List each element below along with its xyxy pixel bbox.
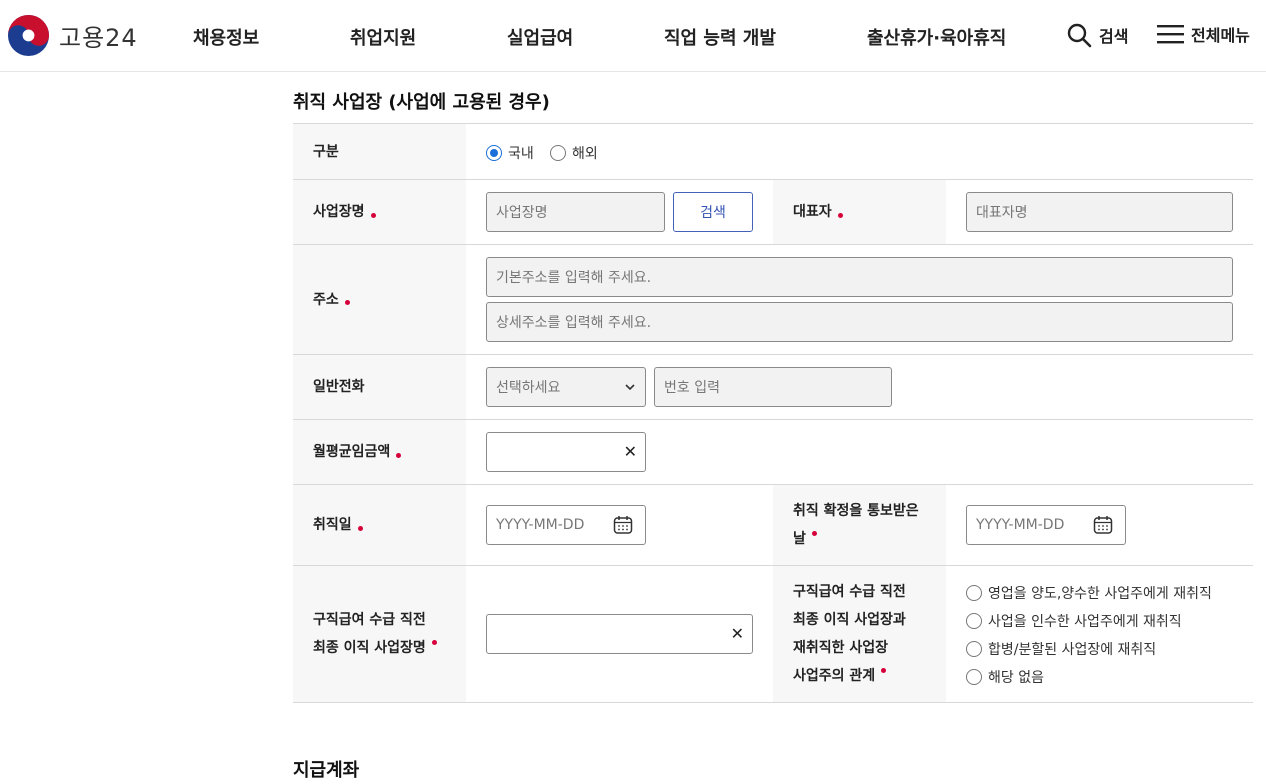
nav-item-skills-development[interactable]: 직업 능력 개발	[664, 24, 776, 50]
address-basic-input[interactable]: 기본주소를 입력해 주세요.	[486, 257, 1233, 297]
last-workplace-label-line2: 최종 이직 사업장명	[313, 640, 426, 656]
relation-option-acquisition-label: 사업을 인수한 사업주에게 재취직	[988, 614, 1182, 630]
nav-item-parental-leave[interactable]: 출산휴가·육아휴직	[867, 24, 1006, 50]
last-workplace-label-cell: 구직급여 수급 직전 최종 이직 사업장명	[293, 566, 466, 702]
employment-date-placeholder: YYYY-MM-DD	[496, 517, 585, 533]
confirm-date-input[interactable]: YYYY-MM-DD	[966, 505, 1126, 545]
employment-date-label-cell: 취직일	[293, 485, 466, 565]
representative-label-cell: 대표자	[773, 180, 946, 244]
division-label: 구분	[313, 143, 339, 160]
required-dot	[811, 531, 817, 536]
confirm-date-label: 취직 확정을 통보받은 날	[793, 497, 919, 553]
radio-overseas-label: 해외	[572, 146, 598, 162]
radio-overseas[interactable]	[550, 145, 566, 161]
relation-label-line4: 사업주의 관계	[793, 668, 876, 684]
radio-option-domestic[interactable]: 국내	[486, 143, 534, 163]
all-menu-label: 전체메뉴	[1191, 26, 1250, 45]
nav-item-employment-support[interactable]: 취업지원	[350, 24, 416, 50]
confirm-date-placeholder: YYYY-MM-DD	[976, 517, 1065, 533]
required-dot	[837, 212, 843, 218]
relation-option-none[interactable]: 해당 없음	[966, 667, 1044, 687]
representative-input[interactable]: 대표자명	[966, 192, 1233, 232]
required-dot	[357, 525, 363, 531]
relation-option-merger-label: 합병/분할된 사업장에 재취직	[988, 642, 1157, 658]
address-label: 주소	[313, 291, 339, 308]
all-menu-button[interactable]: 전체메뉴	[1157, 22, 1250, 46]
confirm-date-label-cell: 취직 확정을 통보받은 날	[773, 485, 946, 565]
radio-relation-transfer[interactable]	[966, 585, 982, 601]
row-address: 주소 기본주소를 입력해 주세요. 상세주소를 입력해 주세요.	[293, 245, 1253, 355]
radio-option-overseas[interactable]: 해외	[550, 143, 598, 163]
phone-label: 일반전화	[313, 379, 365, 395]
business-name-input[interactable]: 사업장명	[486, 192, 665, 232]
row-monthly-wage: 월평균임금액 ✕	[293, 420, 1253, 485]
representative-label: 대표자	[793, 204, 832, 220]
site-logo[interactable]: 고용24	[7, 14, 138, 57]
relation-label-line2: 최종 이직 사업장과	[793, 612, 906, 628]
business-name-label-cell: 사업장명	[293, 180, 466, 244]
required-dot	[881, 668, 887, 673]
business-search-button[interactable]: 검색	[673, 192, 753, 232]
row-employment-date: 취직일 YYYY-MM-DD 취직 확정을 통보받은 날 YYYY-MM-DD	[293, 485, 1253, 566]
row-division: 구분 국내 해외	[293, 124, 1253, 180]
clear-icon[interactable]: ✕	[624, 442, 637, 461]
logo-text: 고용24	[59, 24, 138, 52]
address-label-cell: 주소	[293, 245, 466, 354]
relation-option-transfer[interactable]: 영업을 양도,양수한 사업주에게 재취직	[966, 583, 1212, 603]
relation-option-transfer-label: 영업을 양도,양수한 사업주에게 재취직	[988, 586, 1212, 602]
required-dot	[344, 300, 350, 305]
row-phone: 일반전화 선택하세요 번호 입력	[293, 355, 1253, 420]
monthly-wage-label: 월평균임금액	[313, 444, 391, 460]
confirm-date-label-line2: 날	[793, 531, 806, 547]
employment-date-input[interactable]: YYYY-MM-DD	[486, 505, 646, 545]
last-workplace-label-line1: 구직급여 수급 직전	[313, 612, 426, 628]
row-last-workplace: 구직급여 수급 직전 최종 이직 사업장명 ✕ 구직급여 수급 직전 최종 이직…	[293, 566, 1253, 703]
relation-option-merger[interactable]: 합병/분할된 사업장에 재취직	[966, 639, 1156, 659]
monthly-wage-label-cell: 월평균임금액	[293, 420, 466, 484]
clear-icon[interactable]: ✕	[731, 624, 744, 643]
relation-option-acquisition[interactable]: 사업을 인수한 사업주에게 재취직	[966, 611, 1182, 631]
radio-relation-acquisition[interactable]	[966, 613, 982, 629]
calendar-icon[interactable]	[613, 515, 633, 535]
nav-item-unemployment-benefit[interactable]: 실업급여	[507, 24, 573, 50]
top-header: 고용24 채용정보 취업지원 실업급여 직업 능력 개발 출산휴가·육아휴직 검…	[0, 0, 1266, 72]
last-workplace-input[interactable]: ✕	[486, 614, 753, 654]
radio-relation-merger[interactable]	[966, 641, 982, 657]
nav-item-jobs[interactable]: 채용정보	[193, 24, 259, 50]
relation-label: 구직급여 수급 직전 최종 이직 사업장과 재취직한 사업장 사업주의 관계	[793, 578, 906, 690]
relation-label-cell: 구직급여 수급 직전 최종 이직 사업장과 재취직한 사업장 사업주의 관계	[773, 566, 946, 702]
search-icon	[1067, 23, 1092, 48]
phone-number-input[interactable]: 번호 입력	[654, 367, 892, 407]
radio-domestic[interactable]	[486, 145, 502, 161]
last-workplace-label: 구직급여 수급 직전 최종 이직 사업장명	[313, 606, 437, 662]
relation-label-line1: 구직급여 수급 직전	[793, 584, 906, 600]
required-dot	[396, 452, 402, 458]
hamburger-menu-icon	[1157, 25, 1184, 44]
address-detail-input[interactable]: 상세주소를 입력해 주세요.	[486, 302, 1233, 342]
search-label: 검색	[1099, 27, 1129, 46]
search-button[interactable]: 검색	[1066, 22, 1128, 48]
section-title: 취직 사업장 (사업에 고용된 경우)	[293, 92, 550, 113]
monthly-wage-input[interactable]: ✕	[486, 432, 646, 472]
confirm-date-label-line1: 취직 확정을 통보받은	[793, 503, 919, 519]
bank-account-section-title: 지급계좌	[293, 760, 360, 781]
row-business-name: 사업장명 사업장명 검색 대표자 대표자명	[293, 180, 1253, 245]
business-name-label: 사업장명	[313, 204, 365, 220]
employment-date-label: 취직일	[313, 517, 352, 533]
employment-form-table: 구분 국내 해외 사업장명 사업장명 검색 대표자 대표자명 주소 기본주소를 …	[293, 123, 1253, 703]
calendar-icon[interactable]	[1093, 515, 1113, 535]
taeguk-logo-icon	[7, 14, 50, 57]
radio-domestic-label: 국내	[508, 146, 534, 162]
division-label-cell: 구분	[293, 124, 466, 179]
required-dot	[431, 640, 437, 645]
chevron-down-icon	[625, 384, 635, 391]
relation-label-line3: 재취직한 사업장	[793, 640, 889, 656]
radio-relation-none[interactable]	[966, 669, 982, 685]
required-dot	[370, 212, 376, 218]
phone-area-select[interactable]: 선택하세요	[486, 367, 646, 407]
relation-option-none-label: 해당 없음	[988, 670, 1044, 686]
phone-label-cell: 일반전화	[293, 355, 466, 419]
phone-area-select-value: 선택하세요	[496, 380, 561, 396]
